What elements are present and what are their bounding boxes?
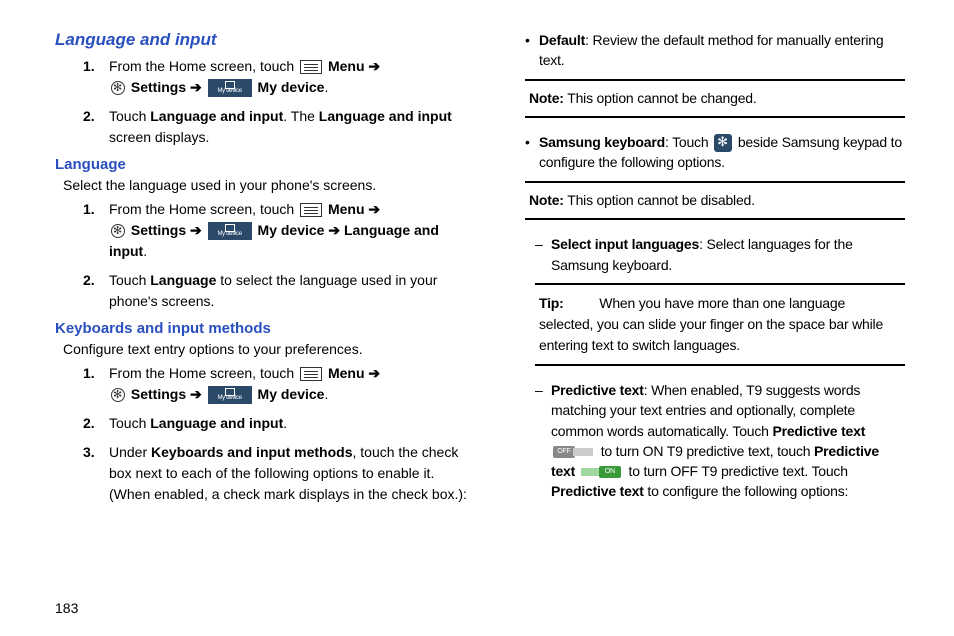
dash-predictive-text: Predictive text: When enabled, T9 sugges… bbox=[535, 380, 905, 502]
left-column: Language and input 1. From the Home scre… bbox=[55, 30, 475, 513]
tip-box: Tip: When you have more than one languag… bbox=[535, 283, 905, 366]
note-box-1: Note: This option cannot be changed. bbox=[525, 79, 905, 119]
list-item: 1. From the Home screen, touch Menu ➔ Se… bbox=[83, 199, 475, 262]
note-box-2: Note: This option cannot be disabled. bbox=[525, 181, 905, 221]
menu-icon bbox=[300, 203, 322, 217]
my-device-icon bbox=[208, 79, 252, 97]
subheading-language: Language bbox=[55, 156, 475, 173]
list-item: 2. Touch Language to select the language… bbox=[83, 270, 475, 312]
list-item: 2. Touch Language and input. The Languag… bbox=[83, 106, 475, 148]
intro-text: Configure text entry options to your pre… bbox=[63, 341, 475, 357]
my-device-label: My device bbox=[258, 79, 325, 95]
steps-list-1: 1. From the Home screen, touch Menu ➔ Se… bbox=[83, 56, 475, 148]
list-item: 1. From the Home screen, touch Menu ➔ Se… bbox=[83, 363, 475, 405]
my-device-icon bbox=[208, 386, 252, 404]
toggle-on-icon: ON bbox=[581, 465, 623, 479]
list-item: 3. Under Keyboards and input methods, to… bbox=[83, 442, 475, 505]
menu-label: Menu bbox=[328, 58, 368, 74]
page-number: 183 bbox=[55, 600, 78, 616]
gear-icon bbox=[714, 134, 732, 152]
menu-icon bbox=[300, 60, 322, 74]
settings-icon bbox=[111, 224, 125, 238]
dash-select-input-languages: Select input languages: Select languages… bbox=[535, 234, 905, 275]
settings-icon bbox=[111, 388, 125, 402]
steps-list-3: 1. From the Home screen, touch Menu ➔ Se… bbox=[83, 363, 475, 505]
steps-list-2: 1. From the Home screen, touch Menu ➔ Se… bbox=[83, 199, 475, 312]
list-item: 1. From the Home screen, touch Menu ➔ Se… bbox=[83, 56, 475, 98]
bullet-samsung-keyboard: Samsung keyboard: Touch beside Samsung k… bbox=[525, 132, 905, 173]
step-text: From the Home screen, touch bbox=[109, 58, 298, 74]
settings-icon bbox=[111, 81, 125, 95]
menu-icon bbox=[300, 367, 322, 381]
heading-language-and-input: Language and input bbox=[55, 30, 475, 50]
my-device-icon bbox=[208, 222, 252, 240]
bullet-default: Default: Review the default method for m… bbox=[525, 30, 905, 71]
intro-text: Select the language used in your phone's… bbox=[63, 177, 475, 193]
right-column: Default: Review the default method for m… bbox=[525, 30, 905, 513]
toggle-off-icon: OFF bbox=[553, 445, 595, 459]
subheading-keyboards: Keyboards and input methods bbox=[55, 320, 475, 337]
list-item: 2. Touch Language and input. bbox=[83, 413, 475, 434]
settings-label: Settings bbox=[131, 79, 190, 95]
